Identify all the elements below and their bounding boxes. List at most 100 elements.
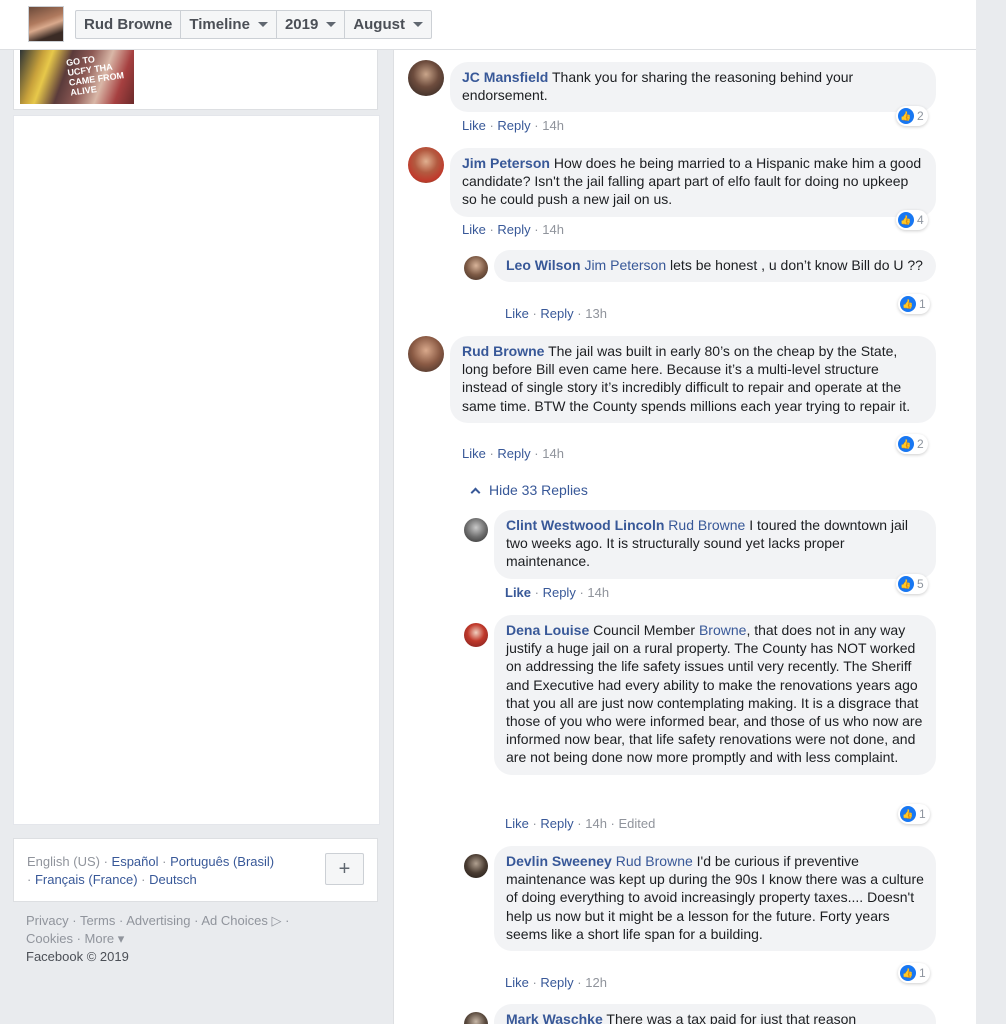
chevron-down-icon: ▾ <box>117 931 125 946</box>
like-reaction-icon: 👍 <box>898 436 914 452</box>
avatar[interactable] <box>464 854 488 878</box>
footer-copyright: Facebook © 2019 <box>26 949 129 964</box>
crumb-profile-label: Rud Browne <box>84 16 173 33</box>
comment-actions: Like · Reply · 14h · Edited <box>505 816 656 831</box>
language-link-francais[interactable]: Français (France) <box>35 872 138 887</box>
reaction-number: 1 <box>919 807 926 821</box>
footer-terms[interactable]: Terms <box>80 913 115 928</box>
chevron-up-icon <box>470 487 481 498</box>
reply-link[interactable]: Reply <box>497 222 530 237</box>
crumb-profile[interactable]: Rud Browne <box>76 11 182 38</box>
comment-author[interactable]: Devlin Sweeney <box>506 853 612 869</box>
chevron-down-icon <box>412 22 423 27</box>
reaction-number: 5 <box>917 577 924 591</box>
like-link[interactable]: Like <box>505 975 529 990</box>
comment-bubble: Clint Westwood Lincoln Rud Browne I tour… <box>494 510 936 579</box>
comment-actions: Like · Reply · 14h <box>462 118 564 133</box>
reaction-count[interactable]: 👍 1 <box>898 804 930 824</box>
reaction-number: 2 <box>917 437 924 451</box>
footer-more[interactable]: More <box>85 931 115 946</box>
footer-links: Privacy · Terms · Advertising · Ad Choic… <box>26 913 290 964</box>
comment-timestamp[interactable]: 14h <box>585 816 607 831</box>
reply-link[interactable]: Reply <box>540 306 573 321</box>
reaction-number: 1 <box>919 966 926 980</box>
comment-bubble: Leo Wilson Jim Peterson lets be honest ,… <box>494 250 936 283</box>
reaction-number: 2 <box>917 109 924 123</box>
add-language-button[interactable]: + <box>325 853 364 885</box>
footer-privacy[interactable]: Privacy <box>26 913 69 928</box>
footer-ad-choices[interactable]: Ad Choices <box>201 913 267 928</box>
crumb-timeline-label: Timeline <box>189 16 250 33</box>
reaction-count[interactable]: 👍 1 <box>898 963 930 983</box>
avatar[interactable] <box>464 623 488 647</box>
reply-link[interactable]: Reply <box>540 975 573 990</box>
crumb-year[interactable]: 2019 <box>277 11 346 38</box>
reaction-number: 4 <box>917 213 924 227</box>
photo-sign-text: GO TO UCFY THA CAME FROM ALIVE <box>65 54 125 98</box>
language-link-espanol[interactable]: Español <box>112 854 159 869</box>
like-link[interactable]: Like <box>505 306 529 321</box>
comment-mention[interactable]: Jim Peterson <box>584 257 666 273</box>
comment-timestamp[interactable]: 14h <box>542 446 564 461</box>
reply-link[interactable]: Reply <box>540 816 573 831</box>
protest-photo-thumbnail[interactable]: GO TO UCFY THA CAME FROM ALIVE <box>20 50 134 104</box>
current-language: English (US) <box>27 854 100 869</box>
edited-label[interactable]: Edited <box>619 816 656 831</box>
avatar[interactable] <box>464 256 488 280</box>
comment-bubble: Devlin Sweeney Rud Browne I'd be curious… <box>494 846 936 952</box>
comment-timestamp[interactable]: 13h <box>585 306 607 321</box>
comment-mention[interactable]: Rud Browne <box>616 853 693 869</box>
comment-timestamp[interactable]: 12h <box>585 975 607 990</box>
avatar[interactable] <box>408 336 444 372</box>
comment-author[interactable]: Jim Peterson <box>462 155 550 171</box>
reaction-count[interactable]: 👍 4 <box>896 210 928 230</box>
avatar[interactable] <box>408 147 444 183</box>
reaction-count[interactable]: 👍 2 <box>896 106 928 126</box>
avatar[interactable] <box>408 60 444 96</box>
profile-avatar[interactable] <box>28 6 64 42</box>
comment-text-prefix: Council Member <box>593 622 699 638</box>
like-reaction-icon: 👍 <box>898 212 914 228</box>
crumb-timeline[interactable]: Timeline <box>181 11 277 38</box>
photo-card: GO TO UCFY THA CAME FROM ALIVE <box>13 50 378 110</box>
reaction-count[interactable]: 👍 2 <box>896 434 928 454</box>
comment-actions: Like · Reply · 12h <box>505 975 607 990</box>
crumb-month[interactable]: August <box>345 11 431 38</box>
comment-bubble: Rud Browne The jail was built in early 8… <box>450 336 936 423</box>
comment-mention[interactable]: Browne <box>699 622 746 638</box>
like-link[interactable]: Like <box>505 585 531 600</box>
hide-replies-button[interactable]: Hide 33 Replies <box>470 482 588 498</box>
comment-bubble: Dena Louise Council Member Browne, that … <box>494 615 936 775</box>
comment-author[interactable]: Rud Browne <box>462 343 544 359</box>
like-link[interactable]: Like <box>505 816 529 831</box>
reaction-number: 1 <box>919 297 926 311</box>
like-reaction-icon: 👍 <box>898 108 914 124</box>
comment-author[interactable]: Mark Waschke <box>506 1011 603 1024</box>
reply-link[interactable]: Reply <box>497 118 530 133</box>
comment-author[interactable]: Dena Louise <box>506 622 589 638</box>
comment-author[interactable]: Leo Wilson <box>506 257 581 273</box>
reply-link[interactable]: Reply <box>543 585 576 600</box>
comment-timestamp[interactable]: 14h <box>542 118 564 133</box>
reaction-count[interactable]: 👍 1 <box>898 294 930 314</box>
comment-author[interactable]: Clint Westwood Lincoln <box>506 517 664 533</box>
avatar[interactable] <box>464 518 488 542</box>
comment-timestamp[interactable]: 14h <box>587 585 609 600</box>
comment-text: lets be honest , u don’t know Bill do U … <box>670 257 923 273</box>
like-link[interactable]: Like <box>462 118 486 133</box>
reply-link[interactable]: Reply <box>497 446 530 461</box>
like-link[interactable]: Like <box>462 446 486 461</box>
comment-mention[interactable]: Rud Browne <box>668 517 745 533</box>
like-link[interactable]: Like <box>462 222 486 237</box>
comment-text: There was a tax paid for just that reaso… <box>606 1011 857 1024</box>
reaction-count[interactable]: 👍 5 <box>896 574 928 594</box>
footer-cookies[interactable]: Cookies <box>26 931 73 946</box>
comment-timestamp[interactable]: 14h <box>542 222 564 237</box>
like-reaction-icon: 👍 <box>898 576 914 592</box>
like-reaction-icon: 👍 <box>900 965 916 981</box>
footer-advertising[interactable]: Advertising <box>126 913 190 928</box>
comment-author[interactable]: JC Mansfield <box>462 69 548 85</box>
avatar[interactable] <box>464 1012 488 1024</box>
language-link-deutsch[interactable]: Deutsch <box>149 872 197 887</box>
language-link-portugues[interactable]: Português (Brasil) <box>170 854 274 869</box>
